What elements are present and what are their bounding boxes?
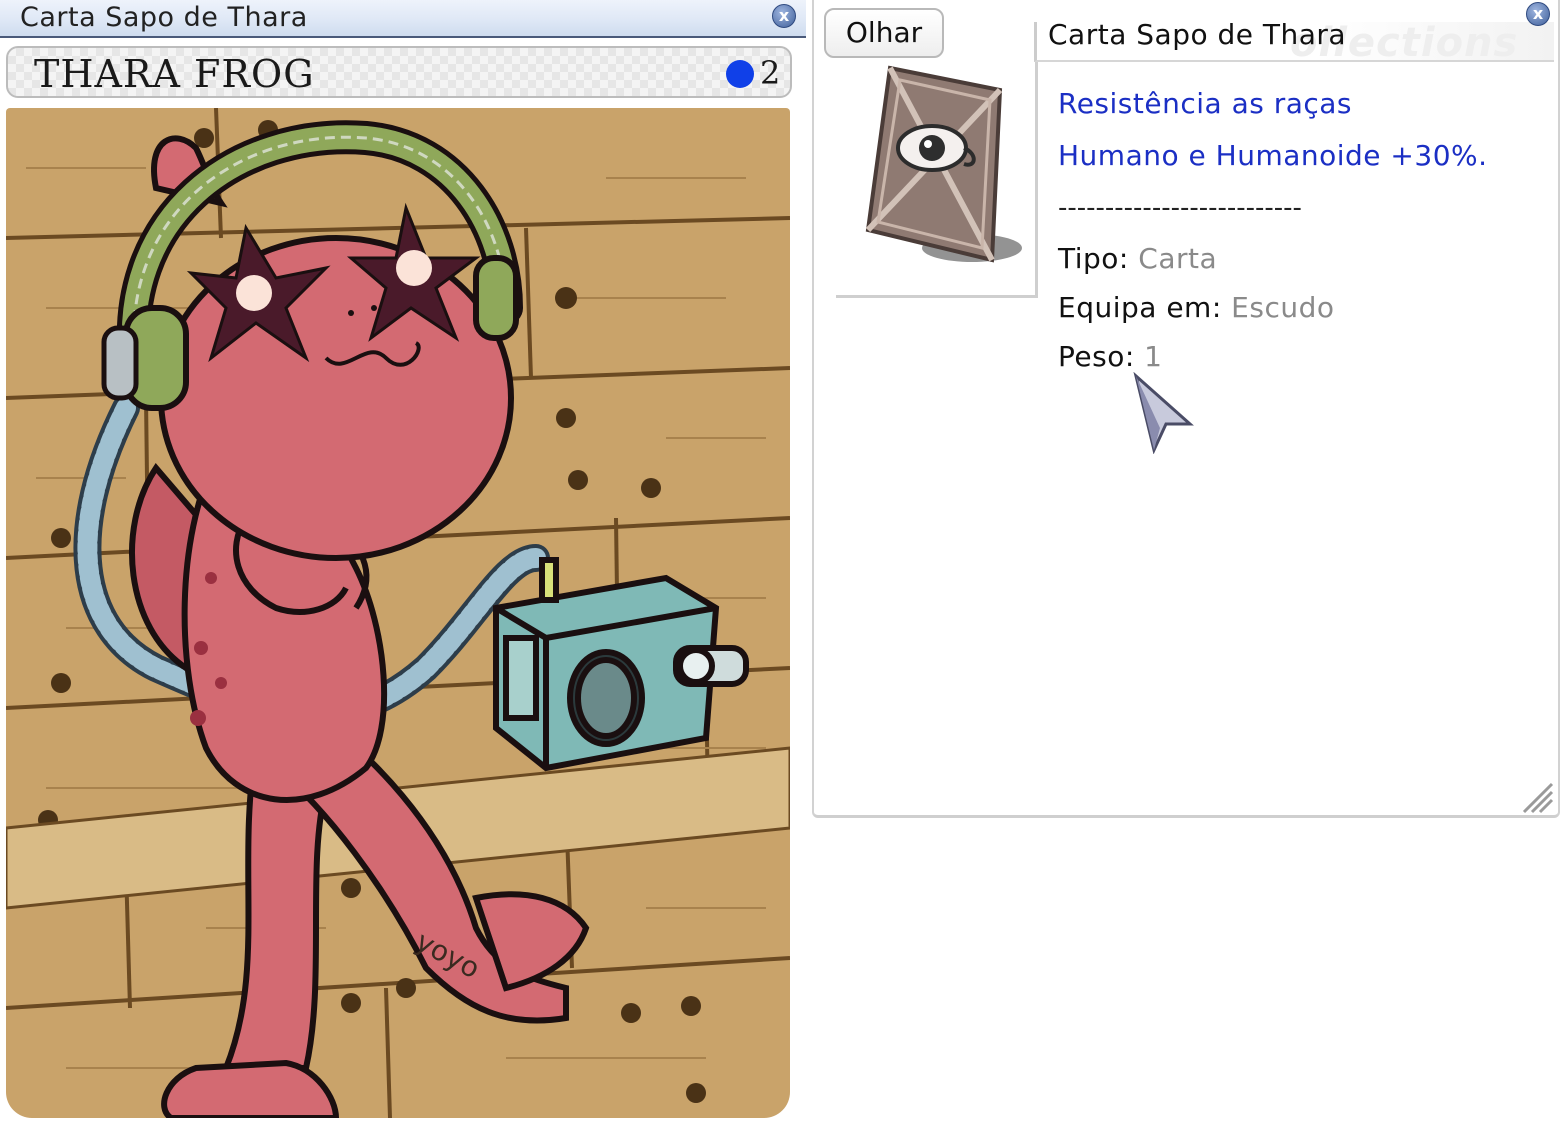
info-window-title: Carta Sapo de Thara [1048, 18, 1347, 51]
slot-count: 2 [760, 54, 781, 92]
property-label: Equipa em: [1058, 291, 1222, 324]
property-weight: Peso: 1 [1058, 334, 1538, 383]
look-button[interactable]: Olhar [824, 8, 944, 58]
close-icon[interactable]: x [1526, 2, 1550, 26]
card-illustration-window: Carta Sapo de Thara x THARA FROG 2 yoyo [0, 0, 806, 1126]
property-label: Tipo: [1058, 242, 1129, 275]
slot-dot-icon [726, 60, 754, 88]
card-artwork: yoyo [6, 108, 790, 1118]
headphone-ear-right [473, 255, 519, 341]
close-icon[interactable]: x [772, 4, 796, 28]
frog-eye-right [396, 250, 432, 286]
card-window-title: Carta Sapo de Thara [20, 2, 308, 33]
eye-card-icon [860, 58, 1030, 272]
property-value: 1 [1144, 340, 1163, 373]
card-name: THARA FROG [34, 52, 315, 96]
property-value: Carta [1138, 242, 1218, 275]
property-type: Tipo: Carta [1058, 236, 1538, 285]
card-window-titlebar[interactable]: Carta Sapo de Thara x [0, 0, 806, 38]
frog-eye-left [236, 275, 272, 311]
property-label: Peso: [1058, 340, 1135, 373]
property-value: Escudo [1231, 291, 1335, 324]
description-line: Humano e Humanoide +30%. [1058, 139, 1488, 172]
card-name-bar: THARA FROG 2 [6, 46, 792, 98]
item-description: Resistência as raças Humano e Humanoide … [1058, 82, 1538, 383]
mouse-pointer-icon [1132, 371, 1196, 458]
resize-grip-icon[interactable] [1518, 778, 1556, 820]
description-line: Resistência as raças [1058, 87, 1353, 120]
description-separator: -------------------------- [1058, 193, 1302, 223]
property-equip-slot: Equipa em: Escudo [1058, 285, 1538, 334]
